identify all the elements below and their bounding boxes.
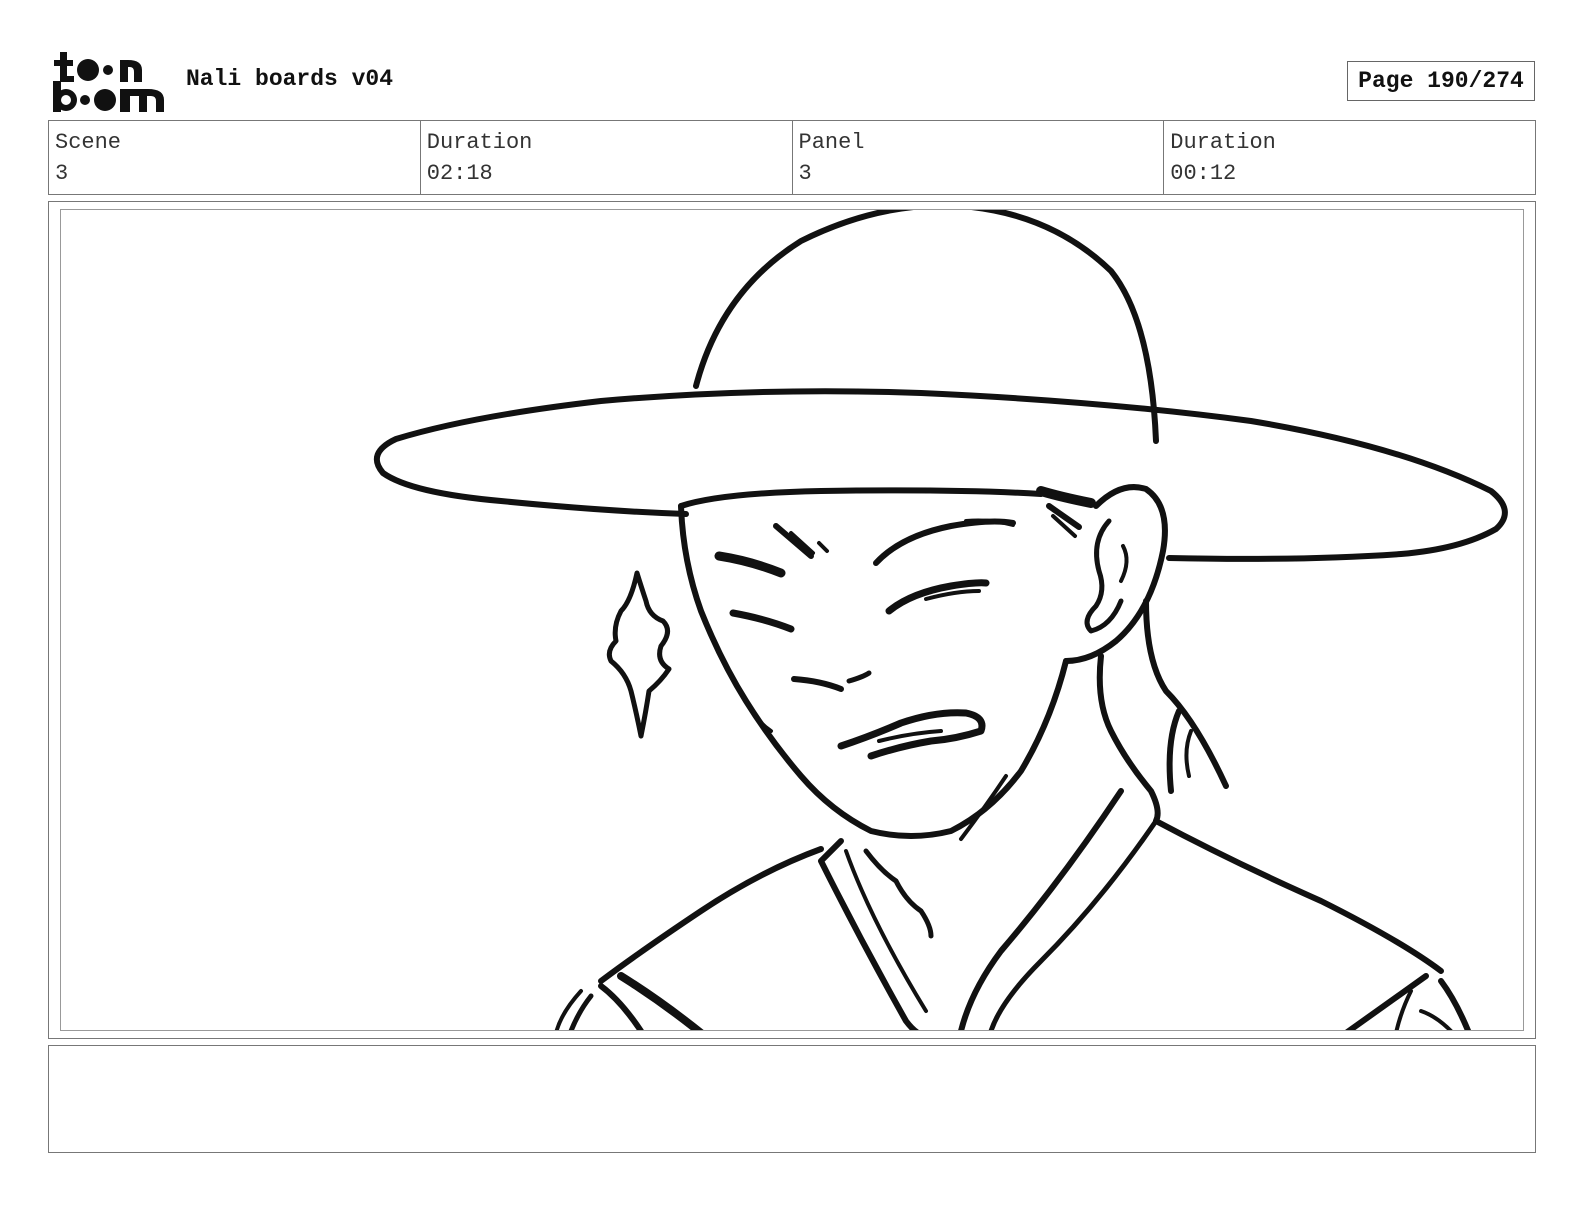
- document-title: Nali boards v04: [186, 66, 394, 92]
- panel-info-table: Scene 3 Duration 02:18 Panel 3 Duration …: [48, 120, 1536, 195]
- scene-duration-label: Duration: [426, 130, 533, 155]
- panel-duration-label: Duration: [1170, 130, 1276, 155]
- earring: [606, 570, 672, 739]
- scene-cell: Scene 3: [49, 121, 421, 194]
- left-eyebrow: [714, 551, 786, 578]
- scene-value: 3: [55, 161, 69, 186]
- hair-back: [1096, 653, 1161, 824]
- storyboard-sketch: [373, 210, 1508, 1030]
- page-indicator: Page 190/274: [1347, 61, 1535, 101]
- hat-brim: [373, 388, 1508, 562]
- right-eyebrow: [873, 518, 1016, 566]
- shoulder-left: [598, 846, 824, 984]
- panel-value: 3: [798, 161, 812, 186]
- shoulder-right: [1153, 818, 1444, 974]
- panel-notes: [48, 1045, 1536, 1153]
- panel-duration-value: 00:12: [1170, 161, 1237, 186]
- scene-duration-cell: Duration 02:18: [421, 121, 793, 194]
- toon-boom-logo: [53, 52, 164, 112]
- panel-cell: Panel 3: [793, 121, 1165, 194]
- hat-band: [678, 487, 1044, 509]
- panel-label: Panel: [798, 130, 865, 155]
- panel-duration-cell: Duration 00:12: [1164, 121, 1535, 194]
- collar-right: [958, 788, 1124, 1030]
- nose: [791, 676, 844, 692]
- panel-drawing-area: [60, 209, 1524, 1031]
- scene-label: Scene: [55, 130, 122, 155]
- scene-duration-value: 02:18: [426, 161, 493, 186]
